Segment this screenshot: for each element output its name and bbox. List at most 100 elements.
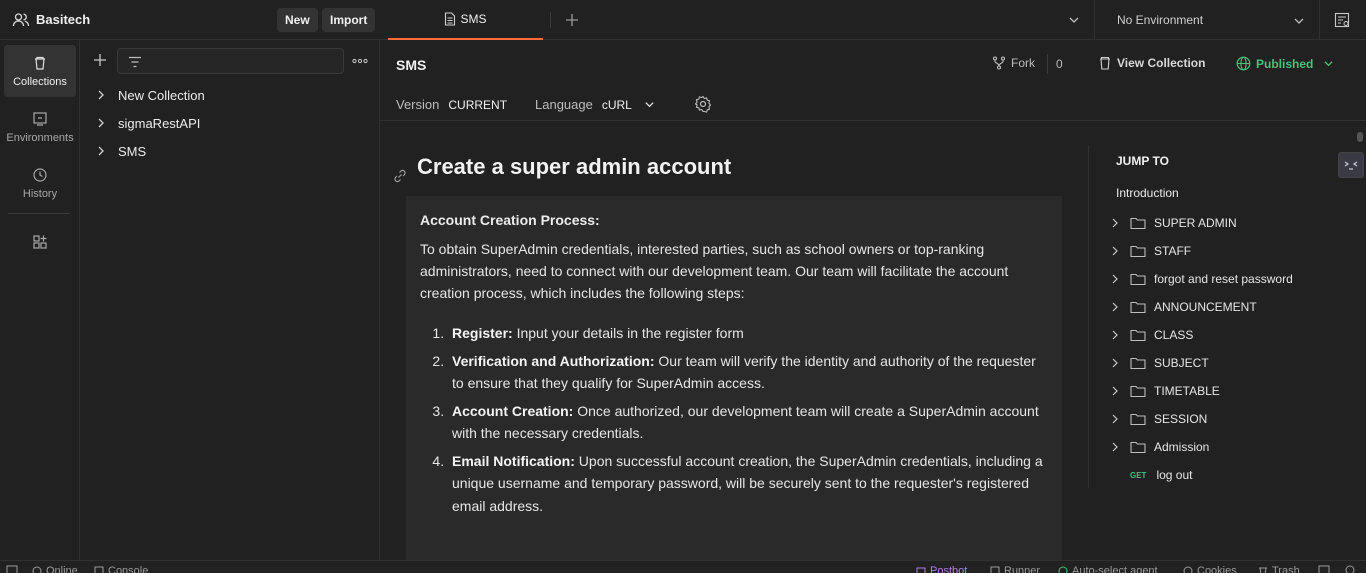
status-sidebar-toggle[interactable] (6, 565, 22, 573)
plus-icon[interactable] (92, 52, 108, 68)
chevron-right-icon[interactable] (1110, 442, 1120, 452)
rail-collections[interactable]: Collections (4, 45, 76, 97)
workspace-name[interactable]: Basitech (36, 12, 90, 27)
rail-divider (8, 213, 70, 214)
left-rail: Collections Environments History (0, 40, 80, 560)
tab-bar: SMS No Environment (380, 0, 1366, 40)
status-help[interactable] (1345, 565, 1359, 573)
folder-icon (1130, 245, 1146, 258)
step-title: Register: (452, 325, 513, 341)
jump-to-introduction[interactable]: Introduction (1116, 186, 1179, 200)
jump-folder[interactable]: SUPER ADMIN (1110, 213, 1237, 233)
view-collection-button[interactable]: View Collection (1098, 56, 1205, 70)
collections-sidebar: New Collection sigmaRestAPI SMS (80, 40, 380, 560)
chevron-right-icon[interactable] (1110, 246, 1120, 256)
environment-quick-look-icon[interactable] (1334, 12, 1350, 28)
chevron-right-icon[interactable] (1110, 330, 1120, 340)
folder-icon (1130, 357, 1146, 370)
jump-folder[interactable]: CLASS (1110, 325, 1193, 345)
status-runner[interactable]: Runner (990, 565, 1040, 573)
gear-icon[interactable] (694, 95, 712, 113)
collection-item[interactable]: New Collection (80, 81, 380, 109)
step-text: Input your details in the register form (512, 325, 744, 341)
tab-divider (550, 12, 551, 28)
chevron-down-icon (645, 102, 654, 108)
status-online[interactable]: Online (32, 565, 78, 573)
chevron-right-icon[interactable] (1110, 302, 1120, 312)
chevron-right-icon[interactable] (1110, 358, 1120, 368)
chevron-right-icon[interactable] (1110, 386, 1120, 396)
scrollbar-thumb[interactable] (1357, 132, 1363, 142)
sidebar-toolbar (80, 48, 380, 74)
chevron-down-icon (1294, 18, 1304, 24)
status-console[interactable]: Console (94, 565, 148, 573)
jump-folder[interactable]: SUBJECT (1110, 353, 1209, 373)
jump-folder[interactable]: TIMETABLE (1110, 381, 1220, 401)
chevron-right-icon[interactable] (1110, 218, 1120, 228)
chevron-down-icon[interactable] (1068, 14, 1080, 26)
rail-history[interactable]: History (4, 157, 76, 209)
step-title: Account Creation: (452, 402, 574, 419)
rail-environments[interactable]: Environments (4, 101, 76, 153)
version-selector[interactable]: Version CURRENT (396, 97, 507, 112)
link-icon[interactable] (392, 168, 408, 184)
environment-icon (33, 111, 47, 126)
language-selector[interactable]: Language cURL (535, 97, 655, 112)
jump-to-title: JUMP TO (1116, 154, 1169, 168)
collection-label: SMS (118, 143, 147, 159)
document-icon (445, 12, 456, 26)
environment-selector[interactable]: No Environment (1094, 0, 1320, 40)
folder-label: CLASS (1154, 328, 1194, 342)
folder-icon (1130, 413, 1146, 426)
rail-configure[interactable] (4, 218, 76, 270)
status-postbot[interactable]: Postbot (916, 565, 967, 573)
collection-item[interactable]: SMS (80, 137, 380, 165)
console-icon (94, 566, 104, 573)
view-collection-label: View Collection (1117, 56, 1206, 70)
chevron-down-icon (1324, 61, 1333, 67)
import-button[interactable]: Import (322, 8, 376, 32)
help-icon (1345, 565, 1355, 573)
status-trash[interactable]: Trash (1258, 565, 1300, 573)
status-layout[interactable] (1318, 565, 1334, 573)
status-agent[interactable]: Auto-select agent (1058, 565, 1158, 573)
folder-label: TIMETABLE (1154, 384, 1220, 398)
jump-to-divider (1088, 145, 1089, 488)
new-button[interactable]: New (277, 8, 318, 32)
chevron-right-icon[interactable] (96, 118, 106, 128)
avatar[interactable] (1338, 152, 1364, 178)
jump-folder[interactable]: STAFF (1110, 241, 1191, 261)
jump-folder[interactable]: ANNOUNCEMENT (1110, 297, 1257, 317)
search-input[interactable] (117, 48, 344, 74)
chevron-right-icon[interactable] (96, 90, 106, 100)
folder-icon (1130, 441, 1146, 454)
chevron-right-icon[interactable] (96, 146, 106, 156)
jump-folder[interactable]: Admission (1110, 437, 1209, 457)
list-item: Email Notification: Upon successful acco… (448, 450, 1048, 518)
tab-sms[interactable]: SMS (388, 0, 543, 40)
status-cookies[interactable]: Cookies (1183, 565, 1237, 573)
fork-count[interactable]: 0 (1056, 57, 1063, 71)
new-tab-plus-icon[interactable] (565, 13, 579, 27)
cookie-icon (1183, 566, 1193, 573)
chevron-right-icon[interactable] (1110, 414, 1120, 424)
filter-icon[interactable] (128, 56, 142, 68)
jump-folder[interactable]: SESSION (1110, 409, 1207, 429)
fork-button[interactable]: Fork (992, 56, 1035, 70)
doc-steps: Register: Input your details in the regi… (420, 322, 1048, 517)
layout-icon (1318, 565, 1330, 573)
chevron-right-icon[interactable] (1110, 274, 1120, 284)
rail-environments-label: Environments (6, 131, 74, 144)
globe-icon (1236, 56, 1251, 71)
list-item: Account Creation: Once authorized, our d… (448, 400, 1048, 445)
tab-label: SMS (460, 12, 487, 26)
jump-request[interactable]: GET log out (1130, 468, 1192, 482)
more-options-icon[interactable] (352, 58, 368, 64)
status-postbot-label: Postbot (930, 565, 968, 573)
published-dropdown[interactable]: Published (1236, 56, 1334, 71)
collection-item[interactable]: sigmaRestAPI (80, 109, 380, 137)
step-title: Email Notification: (452, 452, 575, 469)
method-badge: GET (1130, 470, 1147, 480)
jump-folder[interactable]: forgot and reset password (1110, 269, 1293, 289)
doc-content: Account Creation Process: To obtain Supe… (406, 196, 1062, 560)
